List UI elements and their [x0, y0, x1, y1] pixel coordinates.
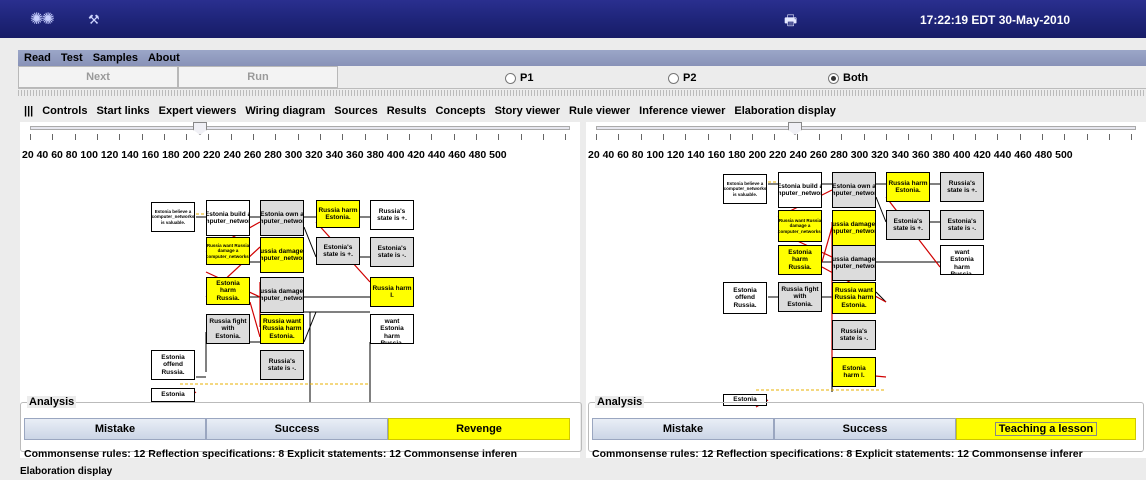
radio-label-both: Both — [843, 72, 869, 84]
result-mistake-left-label: Mistake — [94, 423, 136, 435]
menu-about[interactable]: About — [148, 52, 180, 64]
node-r-russia-want-harm[interactable]: Russia want Russia harm Estonia. — [832, 282, 876, 314]
analysis-title-left: Analysis — [27, 396, 77, 408]
node-estonia-harm-russia[interactable]: Estonia harm Russia. — [206, 277, 250, 305]
stats-left: Commonsense rules: 12 Reflection specifi… — [24, 448, 518, 460]
node-r-estonia-build[interactable]: Estonia build a computer_networks. — [778, 172, 822, 208]
node-russia-want-damage[interactable]: Russia want Russia damage a computer_net… — [206, 237, 250, 265]
node-russia-harm-estonia[interactable]: Russia harm Estonia. — [316, 200, 360, 228]
node-r-estonia-harm-i[interactable]: Estonia harm I. — [832, 357, 876, 387]
wizard-icon[interactable]: ⚒ — [88, 12, 100, 28]
tab-controls[interactable]: Controls — [42, 105, 87, 117]
result-mistake-right-label: Mistake — [662, 423, 704, 435]
node-r-russia-state-minus[interactable]: Russia's state is -. — [832, 320, 876, 350]
menu-test[interactable]: Test — [61, 52, 83, 64]
result-success-right-label: Success — [842, 423, 888, 435]
run-button[interactable]: Run — [178, 66, 338, 88]
node-r-russia-damage-2[interactable]: Russia damage a computer_networks. — [832, 245, 876, 281]
node-estonia-offend[interactable]: Estonia offend Russia. — [151, 350, 195, 380]
tab-expert-viewers[interactable]: Expert viewers — [159, 105, 237, 117]
logo-icon: ✺✺ — [30, 11, 55, 28]
result-success-left[interactable]: Success — [206, 418, 388, 440]
node-russia-damage-1[interactable]: Russia damage a computer_networks. — [260, 237, 304, 273]
result-success-left-label: Success — [274, 423, 320, 435]
node-estonia-believe[interactable]: Estonia believe a computer_networks is v… — [151, 202, 195, 232]
menu-read[interactable]: Read — [24, 52, 51, 64]
node-r-estonia-state-minus[interactable]: Estonia's state is -. — [940, 210, 984, 240]
results-row-right: Mistake Success Teaching a lesson — [592, 418, 1136, 440]
result-mistake-left[interactable]: Mistake — [24, 418, 206, 440]
tab-story-viewer[interactable]: Story viewer — [495, 105, 560, 117]
tab-wiring-diagram[interactable]: Wiring diagram — [245, 105, 325, 117]
elaboration-display-label: Elaboration display — [20, 466, 113, 477]
node-r-estonia-offend[interactable]: Estonia offend Russia. — [723, 282, 767, 314]
title-bar: ✺✺ ⚒ 🖶 17:22:19 EDT 30-May-2010 — [0, 0, 1146, 38]
result-teaching-right-label: Teaching a lesson — [994, 422, 1098, 436]
node-r-russia-damage-1[interactable]: Russia damage a computer_networks. — [832, 210, 876, 246]
tab-start-links[interactable]: Start links — [96, 105, 149, 117]
node-estonia-build[interactable]: Estonia build a computer_networks. — [206, 200, 250, 236]
result-teaching-right[interactable]: Teaching a lesson — [956, 418, 1136, 440]
next-button[interactable]: Next — [18, 66, 178, 88]
node-estonia-partial[interactable]: Estonia — [151, 388, 195, 402]
node-russia-harm-i[interactable]: Russia harm I. — [370, 277, 414, 307]
tab-grip[interactable]: ||| — [24, 105, 33, 117]
clock: 17:22:19 EDT 30-May-2010 — [920, 13, 1071, 27]
menu-bar: Read Test Samples About — [18, 50, 1146, 66]
node-estonia-own[interactable]: Estonia own a computer_networks. — [260, 200, 304, 236]
node-russia-state-plus[interactable]: Russia's state is +. — [370, 200, 414, 230]
node-russia-state-minus[interactable]: Russia's state is -. — [260, 350, 304, 380]
radio-dot-p2[interactable] — [668, 72, 679, 84]
node-estonia-want-harm[interactable]: Estonia want Estonia harm Russia. — [370, 314, 414, 344]
tab-results[interactable]: Results — [387, 105, 427, 117]
split-divider[interactable] — [18, 90, 1146, 96]
tab-rule-viewer[interactable]: Rule viewer — [569, 105, 630, 117]
radio-dot-p1[interactable] — [505, 72, 516, 84]
node-r-estonia-state-plus[interactable]: Estonia's state is +. — [886, 210, 930, 240]
node-russia-fight[interactable]: Russia fight with Estonia. — [206, 314, 250, 344]
radio-both[interactable]: Both — [828, 72, 868, 84]
radio-p1[interactable]: P1 — [505, 72, 533, 84]
result-mistake-right[interactable]: Mistake — [592, 418, 774, 440]
node-r-russia-state-plus[interactable]: Russia's state is +. — [940, 172, 984, 202]
result-revenge-left[interactable]: Revenge — [388, 418, 570, 440]
node-russia-want-harm[interactable]: Russia want Russia harm Estonia. — [260, 314, 304, 344]
stats-right: Commonsense rules: 12 Reflection specifi… — [592, 448, 1083, 460]
radio-p2[interactable]: P2 — [668, 72, 696, 84]
menu-samples[interactable]: Samples — [93, 52, 138, 64]
node-r-russia-want-damage[interactable]: Russia want Russia damage a computer_net… — [778, 210, 822, 242]
result-success-right[interactable]: Success — [774, 418, 956, 440]
analysis-title-right: Analysis — [595, 396, 645, 408]
node-estonia-state-plus[interactable]: Estonia's state is +. — [316, 237, 360, 265]
node-r-estonia-believe[interactable]: Estonia believe a computer_networks is v… — [723, 174, 767, 204]
node-r-estonia-own[interactable]: Estonia own a computer_networks. — [832, 172, 876, 208]
tab-concepts[interactable]: Concepts — [435, 105, 485, 117]
radio-label-p2: P2 — [683, 72, 697, 84]
radio-label-p1: P1 — [520, 72, 534, 84]
node-r-russia-harm-estonia[interactable]: Russia harm Estonia. — [886, 172, 930, 202]
tab-elaboration-display[interactable]: Elaboration display — [734, 105, 835, 117]
node-estonia-state-minus[interactable]: Estonia's state is -. — [370, 237, 414, 267]
printer-icon[interactable]: 🖶 — [784, 10, 797, 34]
tab-bar: ||| Controls Start links Expert viewers … — [18, 102, 1146, 120]
node-r-russia-fight[interactable]: Russia fight with Estonia. — [778, 282, 822, 312]
radio-dot-both[interactable] — [828, 72, 839, 84]
node-r-estonia-want-harm[interactable]: Estonia want Estonia harm Russia. — [940, 245, 984, 275]
results-row-left: Mistake Success Revenge — [24, 418, 570, 440]
control-row: Next Run — [18, 66, 1146, 89]
tab-sources[interactable]: Sources — [334, 105, 377, 117]
node-r-estonia-harm-russia[interactable]: Estonia harm Russia. — [778, 245, 822, 275]
node-russia-damage-2[interactable]: Russia damage a computer_networks. — [260, 277, 304, 313]
tab-inference-viewer[interactable]: Inference viewer — [639, 105, 725, 117]
result-revenge-left-label: Revenge — [456, 423, 502, 435]
